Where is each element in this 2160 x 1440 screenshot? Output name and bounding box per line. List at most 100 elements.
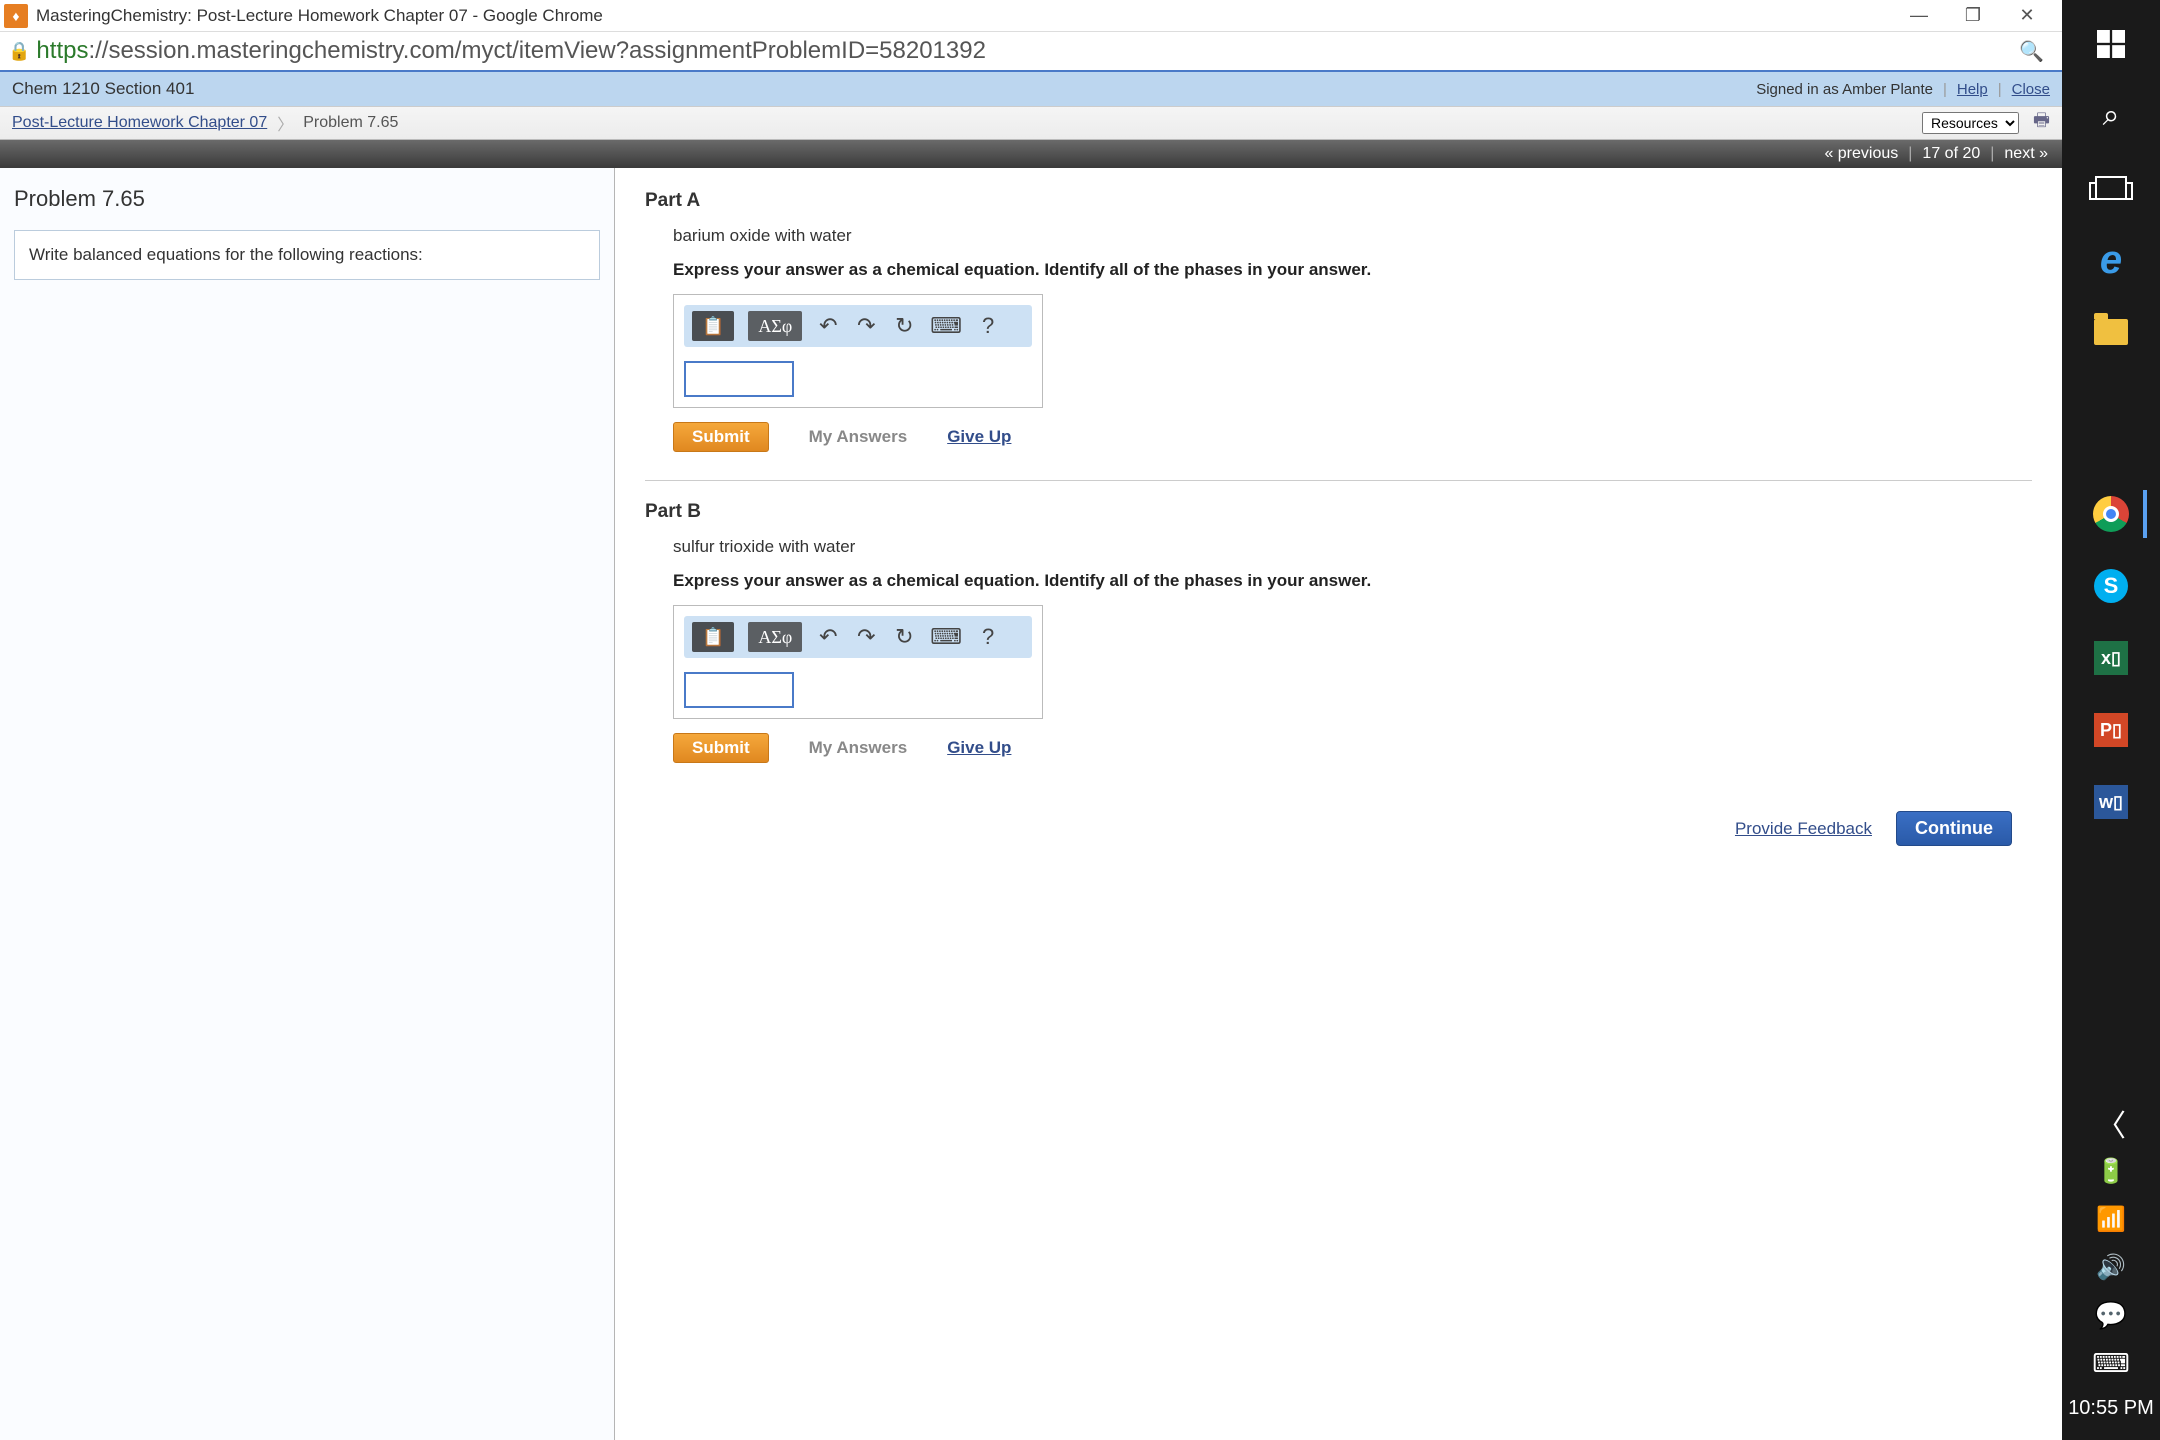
part-instruction: Express your answer as a chemical equati… [673,571,2032,591]
answer-input[interactable] [684,672,794,708]
undo-icon[interactable]: ↶ [816,313,840,339]
notification-icon: 💬 [2095,1300,2127,1331]
skype-icon: S [2094,569,2128,603]
redo-icon[interactable]: ↷ [854,313,878,339]
resources-dropdown[interactable]: Resources [1922,112,2019,134]
greek-symbols-button[interactable]: ΑΣφ [748,311,802,341]
edge-app[interactable]: e [2077,226,2145,294]
part-b: Part B sulfur trioxide with water Expres… [645,501,2032,791]
course-bar: Chem 1210 Section 401 Signed in as Amber… [0,72,2062,106]
page-favicon: ♦ [4,4,28,28]
battery-icon: 🔋 [2096,1157,2126,1186]
problem-title: Problem 7.65 [14,186,600,212]
previous-problem-link[interactable]: « previous [1824,145,1898,163]
window-maximize-button[interactable]: ❐ [1958,5,1988,26]
close-link[interactable]: Close [2012,81,2050,98]
edge-icon: e [2100,238,2122,283]
word-app[interactable]: w▯ [2077,768,2145,836]
course-name: Chem 1210 Section 401 [12,79,194,99]
search-button[interactable]: ⌕ [2077,82,2145,150]
undo-icon[interactable]: ↶ [816,624,840,650]
window-controls: — ❐ ✕ [1904,5,2058,26]
chrome-app[interactable] [2077,480,2145,548]
tray-volume[interactable]: 🔊 [2077,1243,2145,1291]
window-close-button[interactable]: ✕ [2012,5,2042,26]
task-view-icon [2095,176,2127,200]
window-minimize-button[interactable]: — [1904,5,1934,26]
help-icon[interactable]: ? [976,313,1000,339]
tray-notifications[interactable]: 💬 [2077,1291,2145,1339]
address-bar[interactable]: 🔒 https://session.masteringchemistry.com… [0,32,2062,72]
submit-button[interactable]: Submit [673,422,769,452]
paste-button[interactable]: 📋 [692,622,734,652]
answer-input[interactable] [684,361,794,397]
separator: | [1943,81,1947,98]
keyboard-icon[interactable]: ⌨ [930,313,962,339]
file-explorer-app[interactable] [2077,298,2145,366]
provide-feedback-link[interactable]: Provide Feedback [1735,819,1872,839]
powerpoint-app[interactable]: P▯ [2077,696,2145,764]
next-problem-link[interactable]: next » [2004,145,2048,163]
tray-wifi[interactable]: 📶 [2077,1195,2145,1243]
redo-icon[interactable]: ↷ [854,624,878,650]
signed-in-text: Signed in as Amber Plante [1756,81,1933,98]
tray-battery[interactable]: 🔋 [2077,1147,2145,1195]
zoom-icon[interactable]: 🔍 [2019,39,2054,64]
windows-logo-icon [2097,30,2125,58]
separator: | [1990,145,1994,163]
taskbar-clock[interactable]: 10:55 PM [2068,1387,2154,1440]
give-up-link[interactable]: Give Up [947,738,1011,758]
reset-icon[interactable]: ↻ [892,624,916,650]
submit-button[interactable]: Submit [673,733,769,763]
answer-box: 📋 ΑΣφ ↶ ↷ ↻ ⌨ ? [673,294,1043,408]
equation-toolbar: 📋 ΑΣφ ↶ ↷ ↻ ⌨ ? [684,305,1032,347]
url-text: https://session.masteringchemistry.com/m… [36,37,986,65]
print-icon[interactable]: 🖶 [2033,108,2050,138]
help-link[interactable]: Help [1957,81,1988,98]
part-label: Part B [645,501,2032,523]
paste-button[interactable]: 📋 [692,311,734,341]
give-up-link[interactable]: Give Up [947,427,1011,447]
answer-box: 📋 ΑΣφ ↶ ↷ ↻ ⌨ ? [673,605,1043,719]
start-button[interactable] [2077,10,2145,78]
my-answers-link[interactable]: My Answers [809,427,908,447]
part-label: Part A [645,190,2032,212]
lock-icon: 🔒 [8,41,30,62]
url-path: ://session.masteringchemistry.com/myct/i… [88,37,986,64]
skype-app[interactable]: S [2077,552,2145,620]
footer-row: Provide Feedback Continue [645,811,2032,846]
breadcrumb-bar: Post-Lecture Homework Chapter 07 〉 Probl… [0,106,2062,140]
problem-instruction: Write balanced equations for the followi… [14,230,600,280]
breadcrumb-current: Problem 7.65 [303,114,398,132]
part-instruction: Express your answer as a chemical equati… [673,260,2032,280]
task-view-button[interactable] [2077,154,2145,222]
wifi-icon: 📶 [2096,1205,2126,1234]
greek-symbols-button[interactable]: ΑΣφ [748,622,802,652]
equation-toolbar: 📋 ΑΣφ ↶ ↷ ↻ ⌨ ? [684,616,1032,658]
excel-app[interactable]: x▯ [2077,624,2145,692]
word-icon: w▯ [2094,785,2128,819]
continue-button[interactable]: Continue [1896,811,2012,846]
tray-keyboard[interactable]: ⌨ [2077,1339,2145,1387]
reset-icon[interactable]: ↻ [892,313,916,339]
separator: | [1908,145,1912,163]
tray-back[interactable]: 〈 [2077,1099,2145,1147]
my-answers-link[interactable]: My Answers [809,738,908,758]
touch-keyboard-icon: ⌨ [2092,1348,2130,1379]
content-area: Problem 7.65 Write balanced equations fo… [0,168,2062,1440]
action-row: Submit My Answers Give Up [673,733,2032,763]
action-row: Submit My Answers Give Up [673,422,2032,452]
part-subject: sulfur trioxide with water [673,537,2032,557]
problem-sidebar: Problem 7.65 Write balanced equations fo… [0,168,615,1440]
help-icon[interactable]: ? [976,624,1000,650]
breadcrumb-parent-link[interactable]: Post-Lecture Homework Chapter 07 [12,114,267,132]
chrome-icon [2093,496,2129,532]
search-icon: ⌕ [2103,99,2120,133]
window-titlebar: ♦ MasteringChemistry: Post-Lecture Homew… [0,0,2062,32]
windows-taskbar: ⌕ e S x▯ P▯ w▯ 〈 🔋 📶 🔊 💬 ⌨ 10:55 PM [2062,0,2160,1440]
chrome-window: ♦ MasteringChemistry: Post-Lecture Homew… [0,0,2062,1440]
excel-icon: x▯ [2094,641,2128,675]
keyboard-icon[interactable]: ⌨ [930,624,962,650]
part-a: Part A barium oxide with water Express y… [645,190,2032,481]
powerpoint-icon: P▯ [2094,713,2128,747]
